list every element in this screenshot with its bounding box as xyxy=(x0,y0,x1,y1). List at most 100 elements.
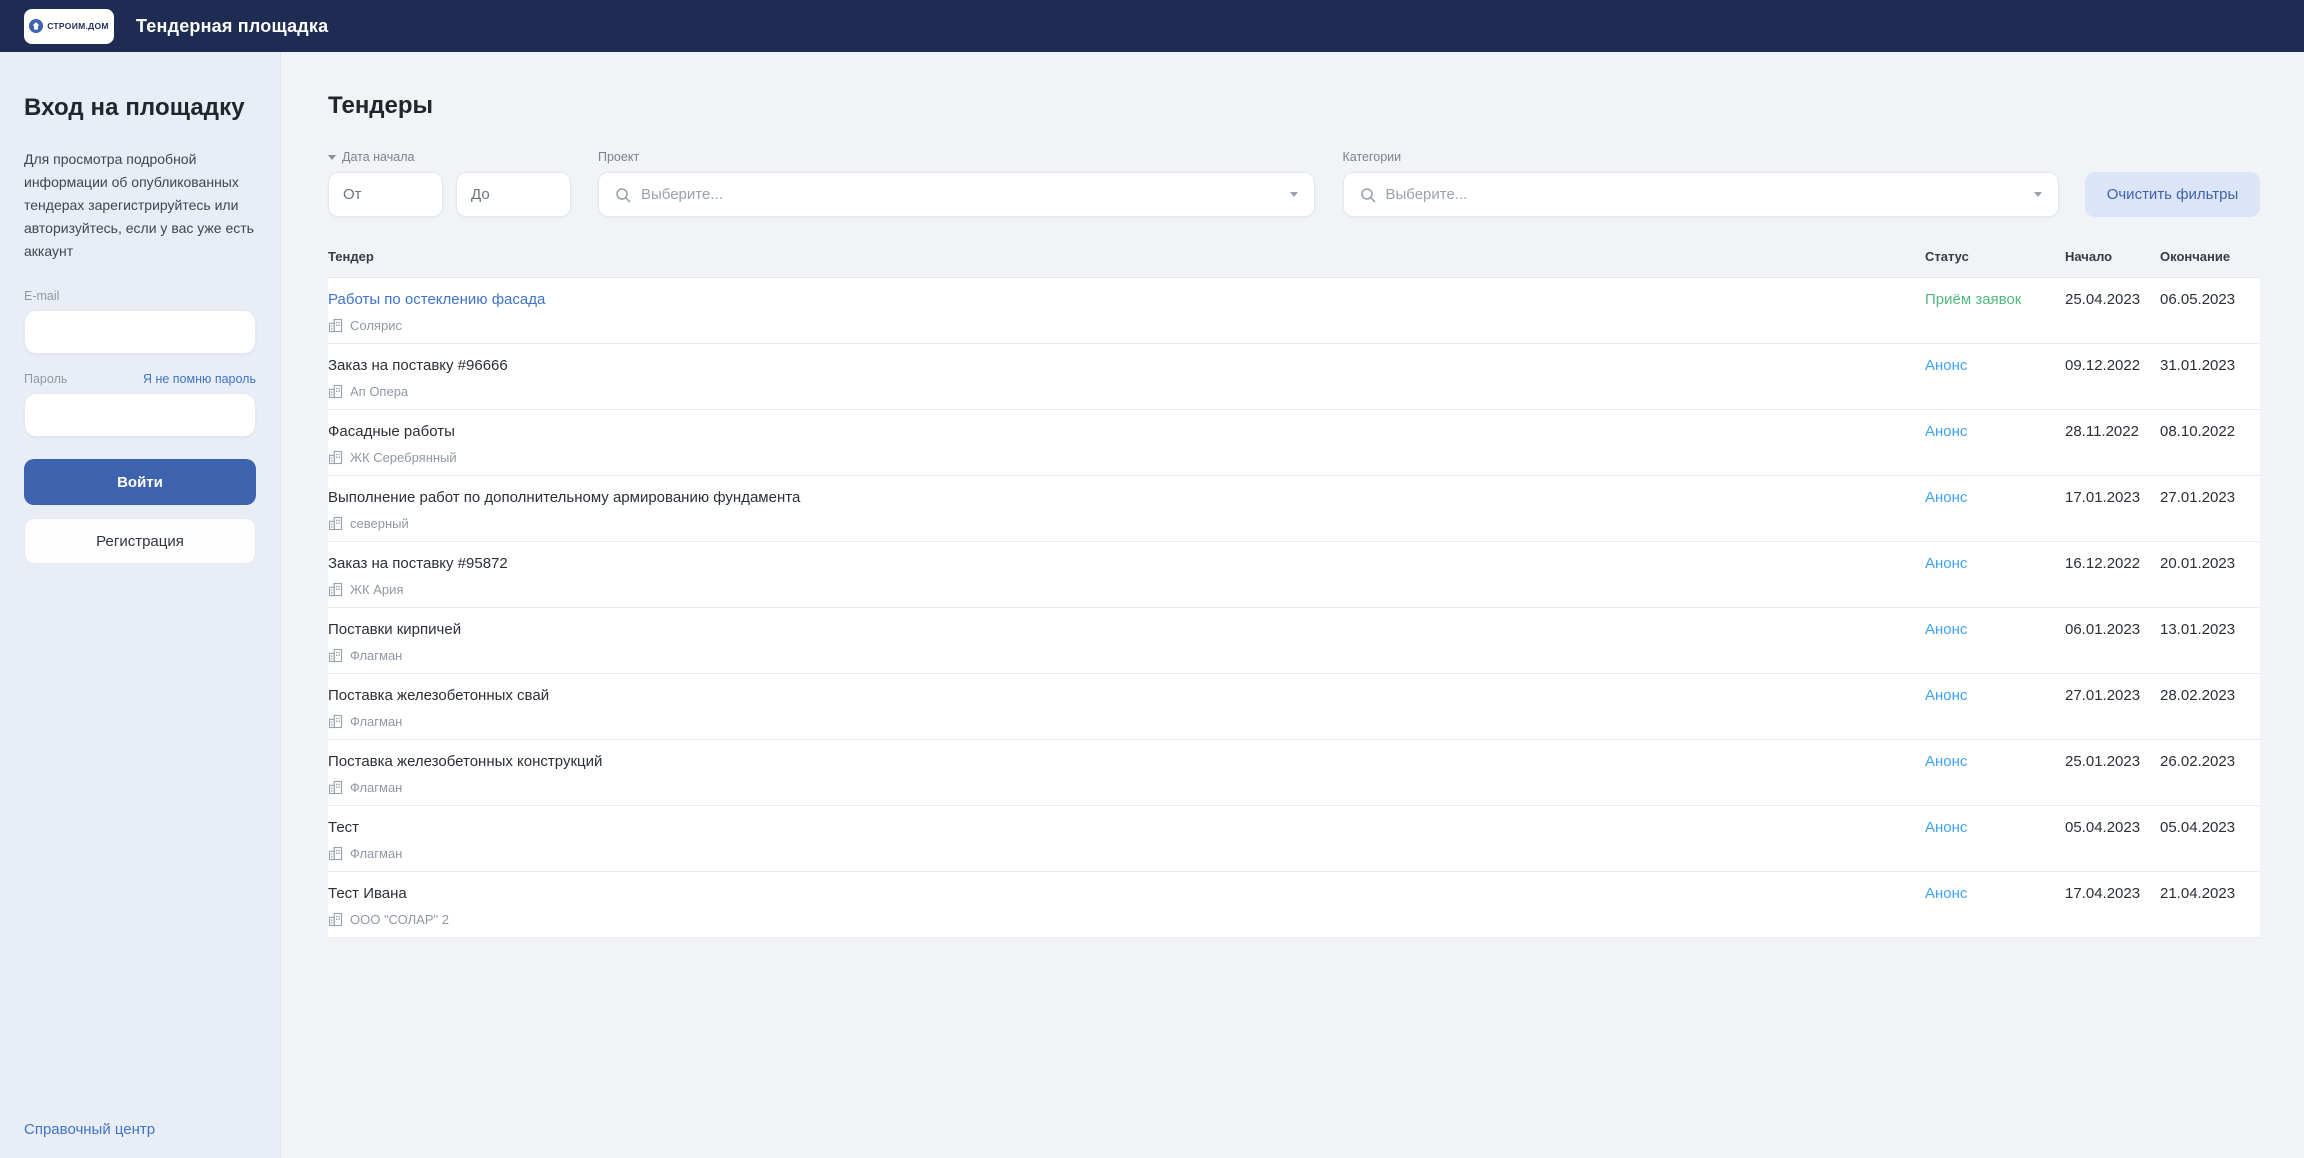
register-button[interactable]: Регистрация xyxy=(24,518,256,564)
tender-title: Поставка железобетонных конструкций xyxy=(328,753,1925,771)
login-heading: Вход на площадку xyxy=(24,94,256,122)
category-select-placeholder: Выберите... xyxy=(1386,186,1468,203)
clear-filters-button[interactable]: Очистить фильтры xyxy=(2085,172,2260,217)
top-navbar: СТРОИМ.ДОМ Тендерная площадка xyxy=(0,0,2304,52)
end-date: 13.01.2023 xyxy=(2160,621,2235,638)
tender-title: Поставки кирпичей xyxy=(328,621,1925,639)
start-date: 17.04.2023 xyxy=(2065,885,2140,902)
start-date: 28.11.2022 xyxy=(2065,423,2139,440)
date-from-input[interactable] xyxy=(328,172,443,217)
status-badge: Анонс xyxy=(1925,753,1967,770)
project-name: Флагман xyxy=(350,714,402,729)
tenders-page: Тендеры Дата начала Проект xyxy=(281,52,2304,1158)
date-to-input[interactable] xyxy=(456,172,571,217)
table-row[interactable]: Поставка железобетонных свай xyxy=(328,674,2260,740)
project-name: северный xyxy=(350,516,409,531)
project-name: Флагман xyxy=(350,846,402,861)
tender-title: Заказ на поставку #95872 xyxy=(328,555,1925,573)
building-icon xyxy=(328,912,343,927)
column-header-status: Статус xyxy=(1925,249,2065,264)
building-icon xyxy=(328,846,343,861)
column-header-start: Начало xyxy=(2065,249,2160,264)
login-button[interactable]: Войти xyxy=(24,459,256,505)
project-name: ООО "СОЛАР" 2 xyxy=(350,912,449,927)
table-row[interactable]: Поставки кирпичей xyxy=(328,608,2260,674)
end-date: 20.01.2023 xyxy=(2160,555,2235,572)
status-badge: Анонс xyxy=(1925,489,1967,506)
building-icon xyxy=(328,516,343,531)
table-row[interactable]: Заказ на поставку #95872 xyxy=(328,542,2260,608)
logo-badge[interactable]: СТРОИМ.ДОМ xyxy=(24,9,114,44)
tenders-table: Тендер Статус Начало Окончание Работы по… xyxy=(328,239,2260,938)
page-title: Тендеры xyxy=(328,92,2260,120)
end-date: 27.01.2023 xyxy=(2160,489,2235,506)
end-date: 26.02.2023 xyxy=(2160,753,2235,770)
search-icon xyxy=(1360,187,1376,203)
status-badge: Анонс xyxy=(1925,555,1967,572)
tender-title: Тест xyxy=(328,819,1925,837)
building-icon xyxy=(328,648,343,663)
building-icon xyxy=(328,714,343,729)
project-name: ЖК Серебрянный xyxy=(350,450,457,465)
project-name: Солярис xyxy=(350,318,402,333)
project-name: Ап Опера xyxy=(350,384,408,399)
start-date-filter-label: Дата начала xyxy=(328,150,571,164)
building-icon xyxy=(328,384,343,399)
category-select[interactable]: Выберите... xyxy=(1343,172,2060,217)
tender-title[interactable]: Работы по остеклению фасада xyxy=(328,291,1925,309)
start-date: 25.01.2023 xyxy=(2065,753,2140,770)
chevron-down-icon xyxy=(2034,192,2042,197)
building-icon xyxy=(328,450,343,465)
table-row[interactable]: Поставка железобетонных конструкций xyxy=(328,740,2260,806)
end-date: 08.10.2022 xyxy=(2160,423,2235,440)
email-label: E-mail xyxy=(24,289,256,303)
building-icon xyxy=(328,582,343,597)
project-select[interactable]: Выберите... xyxy=(598,172,1315,217)
table-row[interactable]: Заказ на поставку #96666 xyxy=(328,344,2260,410)
status-badge: Анонс xyxy=(1925,621,1967,638)
project-name: Флагман xyxy=(350,780,402,795)
status-badge: Анонс xyxy=(1925,885,1967,902)
project-name: ЖК Ария xyxy=(350,582,403,597)
status-badge: Приём заявок xyxy=(1925,291,2021,308)
start-date: 25.04.2023 xyxy=(2065,291,2140,308)
project-name: Флагман xyxy=(350,648,402,663)
status-badge: Анонс xyxy=(1925,819,1967,836)
end-date: 21.04.2023 xyxy=(2160,885,2235,902)
end-date: 28.02.2023 xyxy=(2160,687,2235,704)
logo-text: СТРОИМ.ДОМ xyxy=(47,21,109,31)
chevron-down-icon xyxy=(1290,192,1298,197)
table-row[interactable]: Выполнение работ по дополнительному арми… xyxy=(328,476,2260,542)
end-date: 31.01.2023 xyxy=(2160,357,2235,374)
start-date: 09.12.2022 xyxy=(2065,357,2140,374)
search-icon xyxy=(615,187,631,203)
collapse-caret-icon[interactable] xyxy=(328,155,336,160)
start-date: 17.01.2023 xyxy=(2065,489,2140,506)
start-date: 16.12.2022 xyxy=(2065,555,2140,572)
table-row[interactable]: Фасадные работы ЖК xyxy=(328,410,2260,476)
start-date: 27.01.2023 xyxy=(2065,687,2140,704)
logo-house-icon xyxy=(29,19,43,33)
login-description: Для просмотра подробной информации об оп… xyxy=(24,148,256,263)
tender-title: Выполнение работ по дополнительному арми… xyxy=(328,489,1925,507)
table-row[interactable]: Тест Ивана ООО "СО xyxy=(328,872,2260,938)
end-date: 06.05.2023 xyxy=(2160,291,2235,308)
table-row[interactable]: Работы по остеклению фасада xyxy=(328,278,2260,344)
tender-title: Тест Ивана xyxy=(328,885,1925,903)
table-row[interactable]: Тест Флагман xyxy=(328,806,2260,872)
category-filter-label: Категории xyxy=(1343,150,2060,164)
tender-title: Поставка железобетонных свай xyxy=(328,687,1925,705)
password-field[interactable] xyxy=(24,393,256,437)
tender-table-body: Работы по остеклению фасада xyxy=(328,278,2260,938)
project-select-placeholder: Выберите... xyxy=(641,186,723,203)
app-title: Тендерная площадка xyxy=(136,16,328,37)
tender-title: Заказ на поставку #96666 xyxy=(328,357,1925,375)
forgot-password-link[interactable]: Я не помню пароль xyxy=(143,372,256,386)
column-header-end: Окончание xyxy=(2160,249,2260,264)
help-center-link[interactable]: Справочный центр xyxy=(24,1121,256,1138)
email-field[interactable] xyxy=(24,310,256,354)
building-icon xyxy=(328,318,343,333)
tender-title: Фасадные работы xyxy=(328,423,1925,441)
password-label: Пароль xyxy=(24,372,67,386)
project-filter-label: Проект xyxy=(598,150,1315,164)
